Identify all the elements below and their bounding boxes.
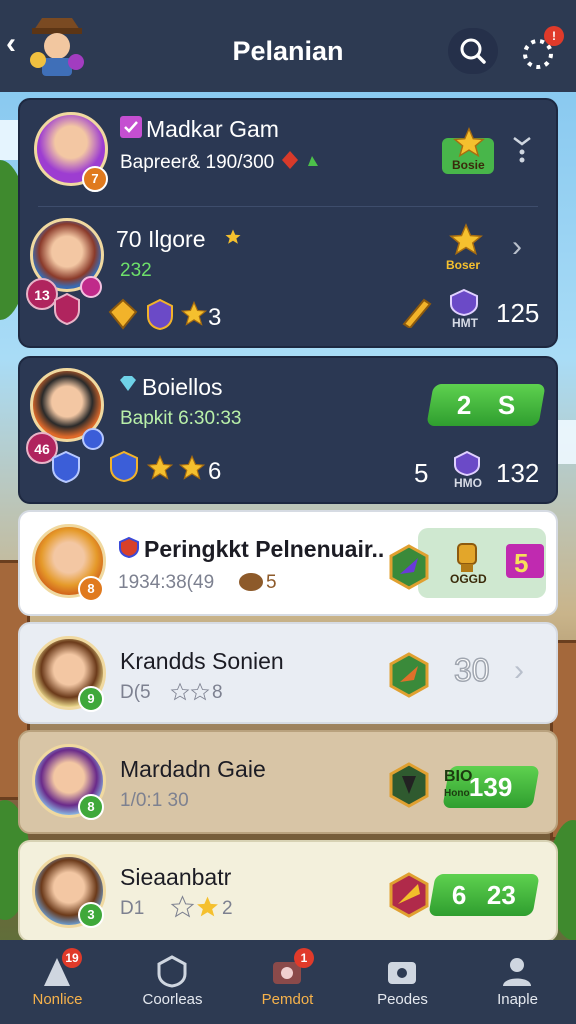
gem-icon — [282, 151, 318, 169]
star-outline-icon — [170, 682, 210, 701]
top-bar: ‹ Pelanian ! — [0, 0, 576, 92]
coin-bag-icon — [239, 573, 263, 591]
player-name: Peringkkt Pelnenuair.. — [144, 536, 385, 562]
diamond-gold-icon — [108, 298, 138, 330]
rank-badge: 3 — [78, 902, 104, 928]
leader-card[interactable]: 9 Krandds Sonien D(5 8 30 › — [18, 622, 558, 724]
player-name: Madkar Gam — [146, 116, 279, 142]
filter-icon[interactable] — [512, 134, 532, 164]
shield-icon — [157, 955, 187, 988]
tab-label: Nonlice — [32, 991, 83, 1008]
shield-purple-icon — [450, 288, 478, 316]
search-icon — [460, 38, 486, 64]
search-button[interactable] — [448, 28, 498, 74]
tab-label: Pemdot — [261, 991, 314, 1008]
chevron-right-icon[interactable]: › — [514, 654, 524, 688]
player-progress: Bapkit 6:30:33 — [120, 408, 242, 429]
star-badge-label: Boser — [446, 258, 481, 272]
sword-icon — [402, 298, 432, 328]
gem-blue — [82, 428, 104, 450]
shield-purple-icon — [147, 298, 173, 330]
leader-card[interactable]: 8 Mardadn Gaie 1/0:1 30 139 BIO Hono — [18, 730, 558, 834]
star-count: 2 — [222, 898, 233, 919]
player-name: Krandds Sonien — [120, 648, 284, 674]
tab-notice[interactable]: 19 Nonlice — [0, 940, 115, 1024]
leader-card[interactable]: 3 Sieaanbatr D1 2 6 23 — [18, 840, 558, 942]
player-name: Mardadn Gaie — [120, 756, 266, 782]
rank-badge: 8 — [78, 794, 104, 820]
tab-badge: 19 — [62, 948, 82, 968]
side-label: HMT — [452, 316, 478, 330]
star-icon — [449, 223, 483, 256]
hex-badge-icon — [389, 762, 429, 808]
tab-label: Peodes — [377, 991, 428, 1008]
shield-blue-icon — [52, 450, 80, 484]
leader-card-highlighted[interactable]: 8 Peringkkt Pelnenuair.. 1934:38(49 5 OG… — [18, 510, 558, 616]
hex-badge-icon — [389, 872, 429, 918]
player-stats: 1/0:1 30 — [120, 790, 189, 811]
shield-icon — [54, 292, 80, 326]
camera-icon — [388, 962, 416, 984]
shield-blue-icon — [110, 450, 138, 483]
score-pill: 2S — [426, 384, 546, 426]
side-label: HMO — [454, 476, 482, 490]
tab-badge: 1 — [294, 948, 314, 968]
score: 5 — [514, 548, 529, 578]
rank-badge: 8 — [78, 576, 104, 602]
tab-label: Inaple — [497, 991, 538, 1008]
player-name: 70 Ilgore — [116, 226, 206, 252]
more-menu-button[interactable]: ! — [514, 26, 564, 74]
score: 132 — [496, 458, 540, 488]
star-badge-label: Bosie — [452, 158, 485, 172]
gem-icon — [120, 376, 136, 391]
bag-count: 5 — [266, 572, 277, 593]
tab-courses[interactable]: Coorleas — [115, 940, 230, 1024]
star-icon — [180, 300, 208, 326]
tab-pemdot[interactable]: 1 Pemdot — [230, 940, 345, 1024]
player-name: Sieaanbatr — [120, 864, 232, 890]
player-progress: Bapreer& 190/300 — [120, 152, 275, 173]
rank-badge: 7 — [82, 166, 108, 192]
player-stats: 1934:38(49 — [118, 572, 215, 593]
player-name: Boiellos — [142, 374, 223, 400]
star-count: 6 — [208, 458, 222, 485]
star-icon — [225, 229, 241, 244]
hex-badge-icon — [389, 544, 429, 590]
score: 30 — [453, 651, 490, 689]
gem-pink — [80, 276, 102, 298]
player-stats: D(5 — [120, 682, 151, 703]
score-pill: 6 23 — [428, 874, 540, 916]
leader-card-top[interactable]: 7 Madkar Gam Bapreer& 190/300 Bosie 13 7… — [18, 98, 558, 348]
trophy-icon — [457, 543, 477, 572]
check-icon — [120, 116, 142, 138]
trophy-label: OGGD — [450, 572, 487, 586]
count-value: 5 — [414, 458, 429, 488]
rank-badge: 9 — [78, 686, 104, 712]
star-count: 8 — [212, 682, 223, 703]
star-icon — [170, 895, 218, 918]
shield-purple-icon — [454, 450, 480, 476]
tag-sublabel: Hono — [444, 788, 470, 799]
notification-badge: ! — [544, 26, 564, 46]
tab-peodes[interactable]: Peodes — [345, 940, 460, 1024]
player-level: 232 — [120, 260, 152, 281]
chevron-right-icon[interactable]: › — [512, 230, 522, 264]
player-stats: D1 — [120, 898, 145, 919]
hex-badge-icon — [389, 652, 429, 698]
tag-label: BIO — [444, 768, 473, 785]
bottom-nav: 19 Nonlice Coorleas 1 Pemdot Peodes Inap… — [0, 940, 576, 1024]
leader-card[interactable]: 46 Boiellos Bapkit 6:30:33 6 2S 5 HMO 13… — [18, 356, 558, 504]
star-icon — [453, 127, 485, 158]
score: 125 — [496, 298, 540, 328]
star-icon — [146, 454, 174, 480]
star-icon — [178, 454, 206, 480]
star-count: 3 — [208, 304, 222, 331]
shield-red-icon — [119, 536, 139, 558]
tab-label: Coorleas — [142, 991, 203, 1008]
person-icon — [503, 958, 531, 986]
tab-profile[interactable]: Inaple — [460, 940, 575, 1024]
